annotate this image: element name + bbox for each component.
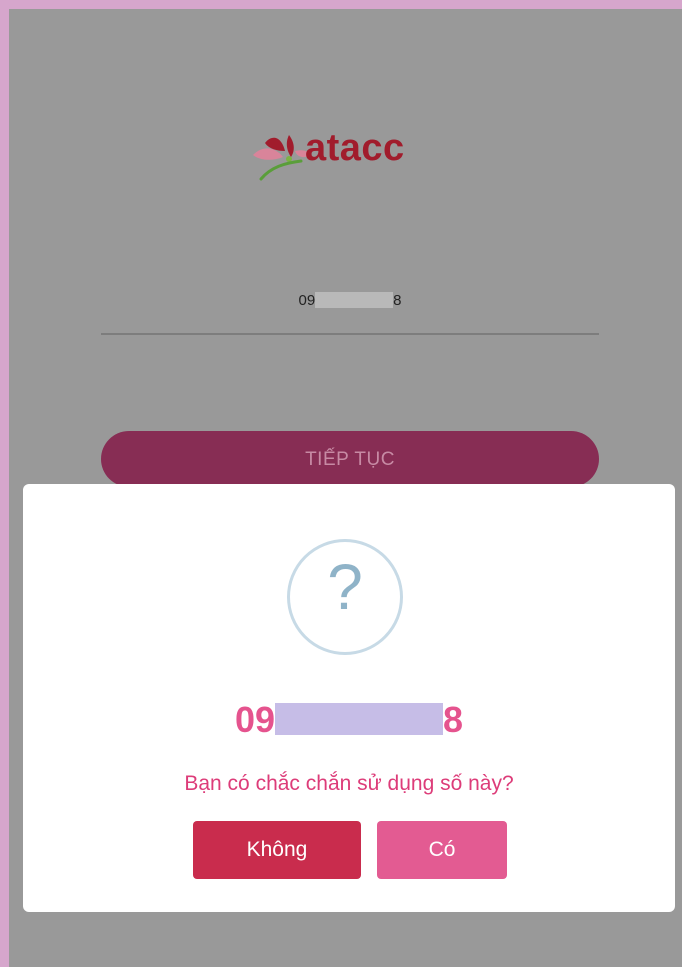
phone-number-input[interactable]: 09 8 <box>101 277 599 335</box>
logo: atacc <box>249 121 449 185</box>
phone-suffix: 8 <box>393 292 402 309</box>
dialog-message: Bạn có chắc chắn sử dụng số này? <box>184 772 514 795</box>
phone-prefix: 09 <box>298 292 316 309</box>
phone-number-value: 09 8 <box>101 292 599 309</box>
dialog-number-prefix: 09 <box>234 699 275 740</box>
dialog-number-suffix: 8 <box>443 699 464 740</box>
redaction-mask <box>315 292 394 308</box>
yes-button[interactable]: Có <box>377 821 507 879</box>
lotus-flower-icon <box>253 135 311 181</box>
no-button[interactable]: Không <box>193 821 361 879</box>
logo-text: atacc <box>305 127 405 169</box>
continue-button-label: TIẾP TỤC <box>305 449 395 470</box>
redaction-mask <box>275 703 443 735</box>
confirm-dialog: ? 09 8 Bạn có chắc chắn sử dụng số này? K… <box>23 484 675 912</box>
question-mark-glyph: ? <box>327 551 363 623</box>
dialog-phone-number: 09 8 <box>23 702 675 738</box>
continue-button[interactable]: TIẾP TỤC <box>101 431 599 487</box>
app-screen: atacc 09 8 TIẾP TỤC ? 09 8 Bạn có chắc chắ… <box>9 9 682 967</box>
question-icon: ? <box>287 539 403 655</box>
